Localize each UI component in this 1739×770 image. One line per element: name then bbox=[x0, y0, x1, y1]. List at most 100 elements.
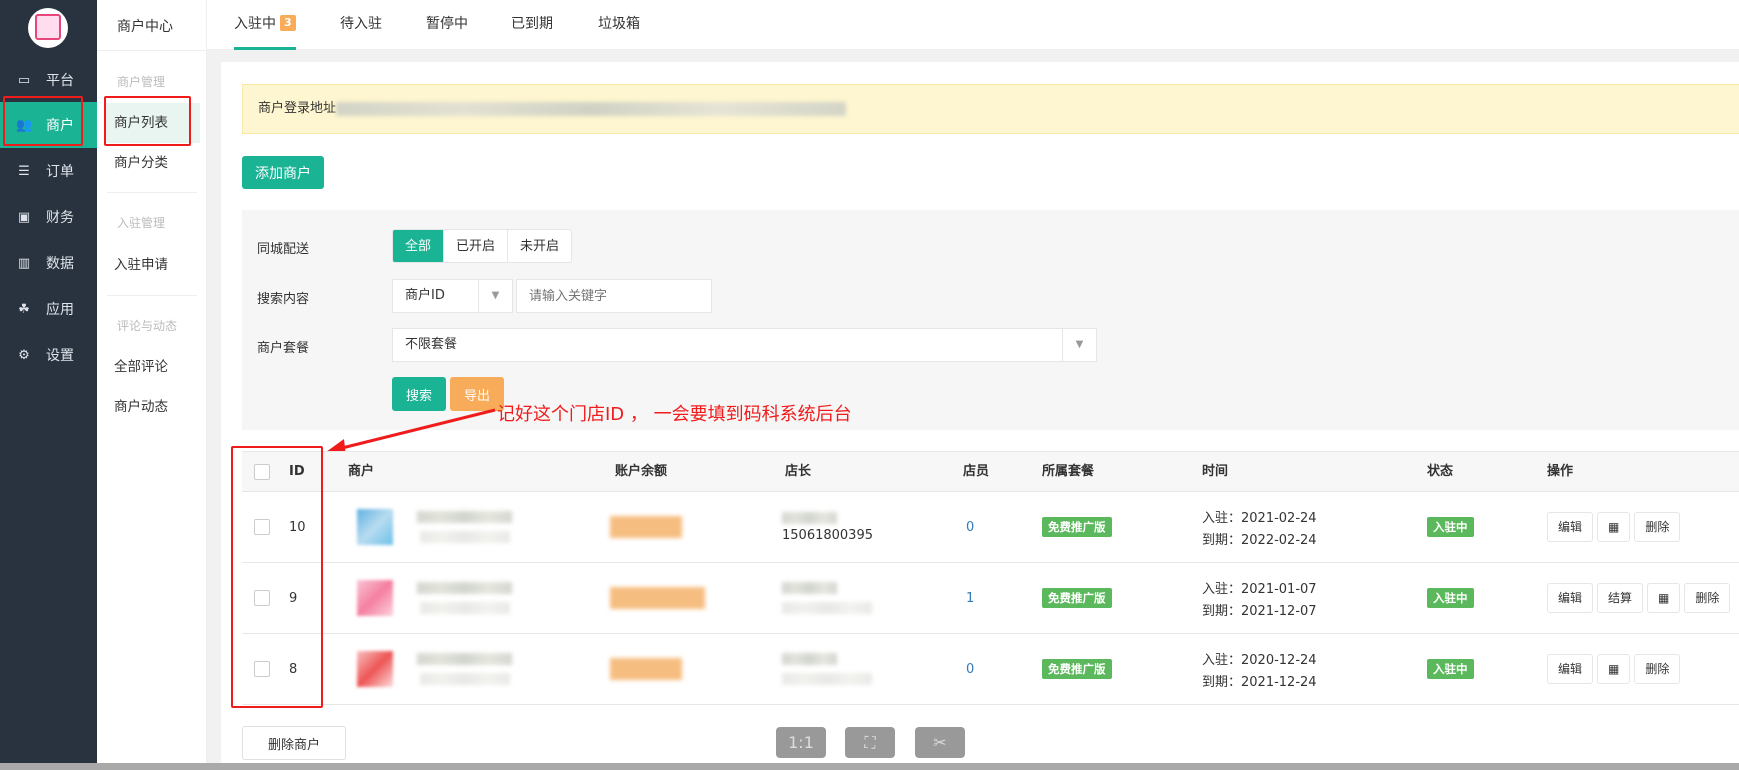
time-cell: 入驻：2020-12-24 到期：2021-12-24 bbox=[1202, 652, 1317, 690]
row-actions: 编辑 ▦ 删除 bbox=[1547, 492, 1684, 562]
action-button[interactable]: 编辑 bbox=[1547, 654, 1594, 684]
staff-count[interactable]: 0 bbox=[966, 634, 974, 704]
tab-paused[interactable]: 暂停中 bbox=[426, 0, 468, 50]
filter-label: 商户套餐 bbox=[257, 341, 310, 356]
row-actions: 编辑 结算 ▦ 删除 bbox=[1547, 563, 1734, 633]
action-button[interactable]: 删除 bbox=[1634, 654, 1681, 684]
status-badge: 入驻中 bbox=[1427, 659, 1474, 679]
search-field-select[interactable]: 商户ID ▼ bbox=[392, 279, 513, 313]
table-header: ID 商户 账户余额 店长 店员 所属套餐 时间 状态 操作 bbox=[242, 451, 1739, 492]
nav-item-orders[interactable]: ☰ 订单 bbox=[0, 148, 97, 194]
manager-info bbox=[782, 563, 872, 633]
group-label: 入驻管理 bbox=[117, 216, 166, 230]
manager-info bbox=[782, 634, 872, 704]
row-actions: 编辑 ▦ 删除 bbox=[1547, 634, 1684, 704]
status-cell: 入驻中 bbox=[1427, 634, 1474, 704]
list-icon: ☰ bbox=[18, 163, 30, 179]
cubes-icon: ☘ bbox=[18, 301, 30, 317]
fit-screen-icon[interactable]: ⛶ bbox=[845, 727, 895, 758]
col-manager: 店长 bbox=[785, 464, 812, 479]
package-cell: 免费推广版 bbox=[1042, 492, 1112, 562]
col-package: 所属套餐 bbox=[1042, 464, 1095, 479]
table-row: 8 0 免费推广版 入驻：2020-12-24 到期：2021-12-24 入驻中… bbox=[242, 634, 1739, 705]
time-cell: 入驻：2021-02-24 到期：2022-02-24 bbox=[1202, 510, 1317, 548]
package-badge: 免费推广版 bbox=[1042, 659, 1112, 679]
status-cell: 入驻中 bbox=[1427, 563, 1474, 633]
filter-label: 搜索内容 bbox=[257, 292, 310, 307]
highlight-box-id-column bbox=[231, 446, 323, 708]
crop-icon[interactable]: ✂ bbox=[915, 727, 965, 758]
status-cell: 入驻中 bbox=[1427, 492, 1474, 562]
status-badge: 入驻中 bbox=[1427, 517, 1474, 537]
nav-item-data[interactable]: ▥ 数据 bbox=[0, 240, 97, 286]
package-select[interactable]: 不限套餐 ▼ bbox=[392, 328, 1097, 362]
subnav-item-all-reviews[interactable]: 全部评论 bbox=[104, 347, 200, 387]
action-button[interactable]: 编辑 bbox=[1547, 512, 1594, 542]
tab-active[interactable]: 入驻中 3 bbox=[234, 0, 296, 50]
staff-count[interactable]: 1 bbox=[966, 563, 974, 633]
option-disabled[interactable]: 未开启 bbox=[507, 230, 571, 262]
merchant-info-redacted bbox=[417, 634, 512, 704]
tab-expired[interactable]: 已到期 bbox=[511, 0, 553, 50]
nav-item-apps[interactable]: ☘ 应用 bbox=[0, 286, 97, 332]
search-input[interactable] bbox=[516, 279, 712, 313]
merchant-thumbnail bbox=[357, 492, 393, 562]
divider bbox=[97, 50, 207, 51]
qr-code-icon: ▦ bbox=[1608, 662, 1620, 676]
staff-count[interactable]: 0 bbox=[966, 492, 974, 562]
top-tabs: 入驻中 3 待入驻 暂停中 已到期 垃圾箱 bbox=[207, 0, 1739, 50]
qr-code-button[interactable]: ▦ bbox=[1597, 512, 1631, 542]
table-row: 9 1 免费推广版 入驻：2021-01-07 到期：2021-12-07 入驻中… bbox=[242, 563, 1739, 634]
merchant-info-redacted bbox=[417, 563, 512, 633]
package-badge: 免费推广版 bbox=[1042, 588, 1112, 608]
tab-pending[interactable]: 待入驻 bbox=[340, 0, 382, 50]
balance-redacted bbox=[610, 634, 682, 704]
subnav-item-merchant-category[interactable]: 商户分类 bbox=[104, 143, 200, 183]
col-merchant: 商户 bbox=[348, 464, 375, 479]
col-balance: 账户余额 bbox=[615, 464, 668, 479]
subnav-item-merchant-news[interactable]: 商户动态 bbox=[104, 387, 200, 427]
merchant-info-redacted bbox=[417, 492, 512, 562]
package-cell: 免费推广版 bbox=[1042, 563, 1112, 633]
action-button[interactable]: 结算 bbox=[1597, 583, 1644, 613]
delivery-segmented-control: 全部 已开启 未开启 bbox=[392, 229, 573, 263]
table-row: 10 15061800395 0 免费推广版 入驻：2021-02-24 到期：2… bbox=[242, 492, 1739, 563]
merchant-thumbnail bbox=[357, 563, 393, 633]
nav-item-finance[interactable]: ▣ 财务 bbox=[0, 194, 97, 240]
merchant-thumbnail bbox=[357, 634, 393, 704]
time-cell: 入驻：2021-01-07 到期：2021-12-07 bbox=[1202, 581, 1317, 619]
action-button[interactable]: 删除 bbox=[1634, 512, 1681, 542]
option-all[interactable]: 全部 bbox=[393, 230, 444, 262]
money-icon: ▣ bbox=[17, 209, 31, 225]
delete-merchant-button[interactable]: 删除商户 bbox=[242, 726, 346, 760]
group-label: 商户管理 bbox=[117, 75, 166, 89]
package-cell: 免费推广版 bbox=[1042, 634, 1112, 704]
col-staff: 店员 bbox=[963, 464, 990, 479]
gear-icon: ⚙ bbox=[18, 347, 30, 363]
monitor-icon: ▭ bbox=[17, 72, 31, 88]
subnav-title: 商户中心 bbox=[117, 19, 173, 35]
caret-down-icon: ▼ bbox=[478, 280, 512, 312]
tab-trash[interactable]: 垃圾箱 bbox=[598, 0, 640, 50]
qr-code-icon: ▦ bbox=[1608, 520, 1620, 534]
subnav-item-join-apply[interactable]: 入驻申请 bbox=[104, 245, 200, 285]
col-time: 时间 bbox=[1202, 464, 1229, 479]
option-enabled[interactable]: 已开启 bbox=[443, 230, 507, 262]
divider bbox=[107, 295, 197, 296]
action-button[interactable]: 删除 bbox=[1684, 583, 1731, 613]
balance-redacted bbox=[610, 492, 682, 562]
count-badge: 3 bbox=[280, 15, 296, 31]
redacted-url bbox=[336, 101, 847, 116]
divider bbox=[107, 192, 197, 193]
group-label: 评论与动态 bbox=[117, 319, 178, 333]
qr-code-button[interactable]: ▦ bbox=[1597, 654, 1631, 684]
action-button[interactable]: 编辑 bbox=[1547, 583, 1594, 613]
annotation-text: 记好这个门店ID ， 一会要填到码科系统后台 bbox=[497, 404, 852, 425]
add-merchant-button[interactable]: 添加商户 bbox=[242, 156, 324, 189]
logo bbox=[28, 8, 68, 48]
manager-info: 15061800395 bbox=[782, 492, 873, 562]
login-url-notice: 商户登录地址 bbox=[242, 84, 1739, 134]
zoom-1to1-button[interactable]: 1:1 bbox=[776, 727, 826, 758]
nav-item-settings[interactable]: ⚙ 设置 bbox=[0, 332, 97, 378]
qr-code-button[interactable]: ▦ bbox=[1647, 583, 1681, 613]
